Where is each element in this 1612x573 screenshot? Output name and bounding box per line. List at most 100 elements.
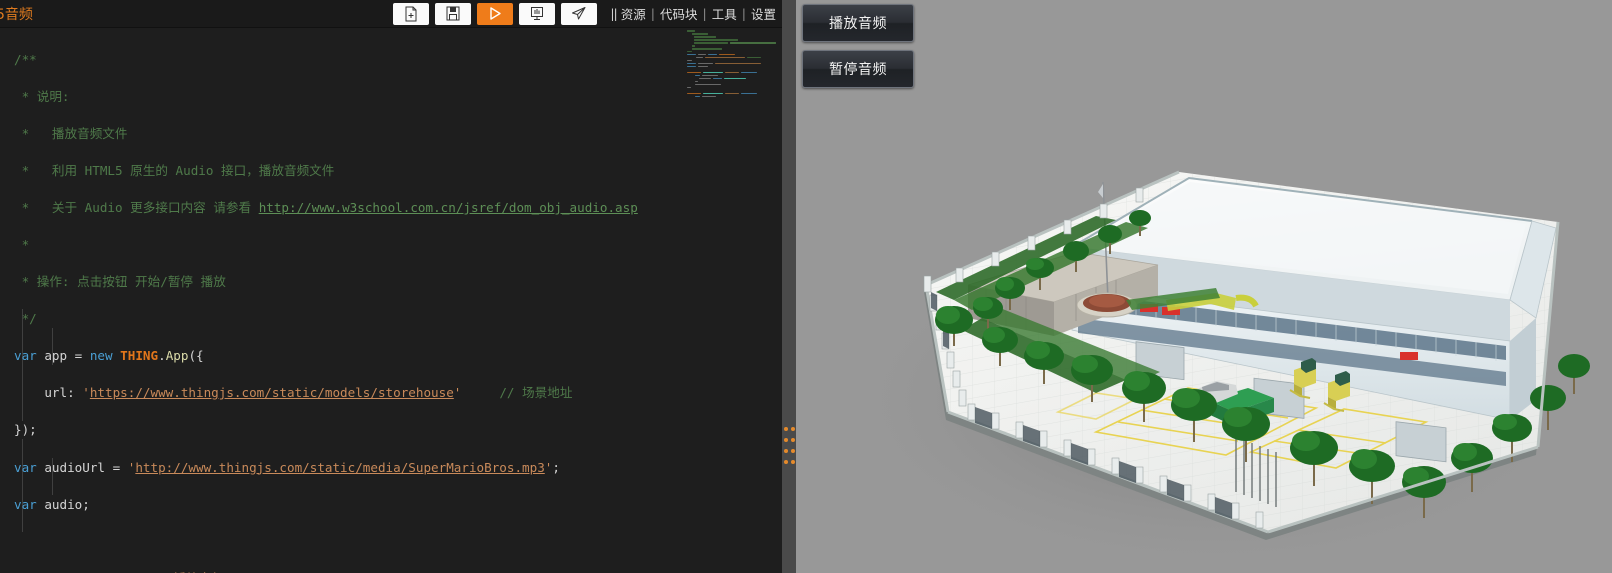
- thingjs-online-editor: 5音频 || 资源 | 代码块 | 工具 | 设置 /** * 说明: * 播放…: [0, 0, 1612, 573]
- code-link-audio-url[interactable]: http://www.thingjs.com/static/media/Supe…: [135, 460, 544, 475]
- scene-widget-buttons: 播放音频 暂停音频: [802, 4, 914, 96]
- share-button[interactable]: [561, 2, 598, 25]
- minimap-row: [687, 59, 782, 62]
- splitter-drag-handle[interactable]: [783, 424, 796, 466]
- code-token-namespace: THING: [120, 348, 159, 364]
- code-token-keyword: var: [14, 496, 37, 512]
- code-token-comment: // 场景地址: [499, 385, 573, 401]
- handle-dot-icon: [791, 426, 795, 431]
- code-token-comment: /**: [14, 51, 37, 67]
- menu-separator-3: |: [741, 6, 746, 21]
- menu-item-settings[interactable]: 设置: [751, 4, 776, 23]
- handle-dot-icon: [791, 448, 795, 453]
- 3d-scene-viewport[interactable]: 播放音频 暂停音频: [796, 0, 1612, 573]
- code-line: * 关于 Audio 更多接口内容 请参看 http://www.w3schoo…: [14, 199, 683, 218]
- code-token-comment: */: [14, 311, 37, 327]
- code-content[interactable]: /** * 说明: * 播放音频文件 * 利用 HTML5 原生的 Audio …: [0, 28, 683, 573]
- play-icon: [488, 6, 502, 21]
- minimap-row: [687, 44, 782, 47]
- code-line: var audioUrl = 'http://www.thingjs.com/s…: [14, 459, 683, 478]
- code-token-comment: * 说明:: [14, 88, 70, 104]
- code-token-comment: * 播放音频文件: [14, 125, 128, 141]
- code-token-comment: * 操作: 点击按钮 开始/暂停 播放: [14, 274, 226, 290]
- play-audio-label: 播放音频: [829, 16, 887, 32]
- code-token-keyword: new: [89, 348, 113, 364]
- reset-button[interactable]: [519, 2, 556, 25]
- code-line: url: 'https://www.thingjs.com/static/mod…: [14, 384, 683, 403]
- handle-dot-icon: [791, 459, 795, 464]
- minimap-row: [687, 65, 782, 68]
- 3d-scene-render[interactable]: [796, 0, 1612, 573]
- minimap-row: [687, 47, 782, 50]
- code-token-string: ': [82, 385, 90, 401]
- minimap-row: [687, 53, 782, 56]
- code-token-plain: audio;: [36, 496, 90, 512]
- minimap-row: [687, 74, 782, 77]
- code-minimap[interactable]: [687, 30, 782, 98]
- pause-audio-label: 暂停音频: [829, 62, 887, 78]
- handle-dot-icon: [784, 426, 788, 431]
- document-title: 5音频: [0, 6, 33, 23]
- code-line: * 说明:: [14, 88, 683, 107]
- minimap-row: [687, 80, 782, 83]
- minimap-row: [687, 92, 782, 95]
- menu-item-code-blocks[interactable]: 代码块: [660, 4, 698, 23]
- minimap-row: [687, 32, 782, 35]
- flower-bed: [1076, 292, 1138, 318]
- code-token-plain: audioUrl =: [36, 459, 128, 475]
- code-token-plain: .: [158, 348, 166, 364]
- new-file-icon: [404, 6, 418, 22]
- minimap-row: [687, 50, 782, 53]
- minimap-row: [687, 83, 782, 86]
- code-line: var app = new THING.App({: [14, 347, 683, 366]
- code-token-plain: app =: [36, 348, 90, 364]
- play-audio-button[interactable]: 播放音频: [802, 4, 914, 42]
- menu-bars-icon: ||: [610, 6, 618, 21]
- code-link-w3school[interactable]: http://www.w3school.com.cn/jsref/dom_obj…: [259, 200, 638, 215]
- minimap-row: [687, 90, 782, 92]
- minimap-row: [687, 69, 782, 71]
- code-line: });: [14, 421, 683, 440]
- code-token-comment: * 利用 HTML5 原生的 Audio 接口，播放音频文件: [14, 162, 335, 178]
- code-token-comment: * 关于 Audio 更多接口内容 请参看: [14, 199, 259, 215]
- minimap-row: [687, 41, 782, 44]
- pause-audio-button[interactable]: 暂停音频: [802, 50, 914, 88]
- menu-separator-1: |: [650, 6, 656, 21]
- save-button[interactable]: [435, 2, 472, 25]
- menu-separator-2: |: [702, 6, 707, 21]
- toolbar-menu: || 资源 | 代码块 | 工具 | 设置: [610, 4, 782, 23]
- code-line: * 利用 HTML5 原生的 Audio 接口，播放音频文件: [14, 162, 683, 181]
- handle-dot-icon: [784, 437, 788, 442]
- minimap-row: [687, 77, 782, 80]
- new-file-button[interactable]: [393, 2, 430, 25]
- menu-item-resources[interactable]: 资源: [621, 4, 646, 23]
- minimap-row: [687, 62, 782, 65]
- minimap-row: [687, 30, 782, 32]
- handle-dot-icon: [791, 437, 795, 442]
- code-token-plain: url:: [14, 385, 83, 401]
- menu-item-tools[interactable]: 工具: [712, 4, 737, 23]
- code-token-plain: });: [14, 422, 37, 438]
- code-line: * 播放音频文件: [14, 125, 683, 144]
- editor-toolbar: 5音频 || 资源 | 代码块 | 工具 | 设置: [0, 0, 782, 28]
- code-token-comment: *: [14, 237, 30, 253]
- code-link-scene-url[interactable]: https://www.thingjs.com/static/models/st…: [90, 385, 454, 400]
- code-token-keyword: var: [14, 459, 37, 475]
- code-line: var audio;: [14, 496, 683, 515]
- code-token-keyword: var: [14, 348, 37, 364]
- code-line: /**: [14, 51, 683, 70]
- editor-pane: 5音频 || 资源 | 代码块 | 工具 | 设置 /** * 说明: * 播放…: [0, 0, 782, 573]
- code-token-plain: ({: [188, 348, 204, 364]
- send-icon: [571, 6, 587, 21]
- code-editor-area[interactable]: /** * 说明: * 播放音频文件 * 利用 HTML5 原生的 Audio …: [0, 28, 782, 573]
- panel-splitter[interactable]: [782, 0, 796, 573]
- handle-dot-icon: [784, 459, 788, 464]
- code-line: * 操作: 点击按钮 开始/暂停 播放: [14, 273, 683, 292]
- run-button[interactable]: [477, 2, 514, 25]
- minimap-row: [687, 95, 782, 98]
- minimap-row: [687, 38, 782, 41]
- reset-icon: [530, 6, 544, 21]
- code-token-plain: ;: [552, 459, 560, 475]
